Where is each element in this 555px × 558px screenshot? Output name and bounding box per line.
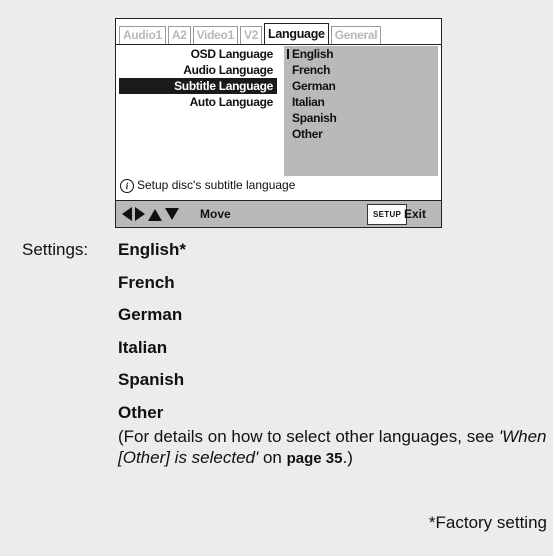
language-menu: OSD Language Audio Language Subtitle Lan… — [119, 46, 277, 110]
tab-divider — [116, 44, 441, 45]
option-english[interactable]: English — [284, 46, 438, 62]
other-languages-note: (For details on how to select other lang… — [118, 426, 548, 469]
direction-arrows-icon — [122, 207, 179, 221]
tab-general[interactable]: General — [330, 26, 382, 44]
settings-list: English* French German Italian Spanish O… — [118, 240, 548, 469]
page-reference: page 35 — [286, 450, 343, 467]
tab-language[interactable]: Language — [264, 23, 329, 44]
option-label: Italian — [292, 95, 325, 109]
current-setting-marker — [287, 49, 289, 59]
option-spanish[interactable]: Spanish — [284, 110, 438, 126]
tab-v2[interactable]: V2 — [239, 26, 263, 44]
menu-item-auto-language[interactable]: Auto Language — [119, 94, 277, 110]
menu-item-subtitle-language[interactable]: Subtitle Language — [119, 78, 277, 94]
note-text: (For details on how to select other lang… — [118, 427, 499, 446]
help-text: Setup disc's subtitle language — [137, 178, 296, 192]
osd-setup-menu: Audio1 A2 Video1 V2 Language General OSD… — [115, 18, 442, 228]
option-label: Spanish — [292, 111, 337, 125]
option-german[interactable]: German — [284, 78, 438, 94]
option-label: English — [292, 47, 334, 61]
tab-audio1[interactable]: Audio1 — [119, 26, 166, 44]
settings-label: Settings: — [22, 240, 89, 259]
tab-bar: Audio1 A2 Video1 V2 Language General — [119, 23, 383, 44]
option-label: French — [292, 63, 331, 77]
info-icon: i — [120, 178, 134, 193]
setting-english: English* — [118, 240, 187, 259]
move-label: Move — [200, 207, 231, 221]
option-other[interactable]: Other — [284, 126, 438, 142]
right-arrow-icon — [135, 207, 145, 221]
help-bar: i Setup disc's subtitle language — [116, 176, 441, 195]
control-bar: Move SETUP Exit — [116, 200, 441, 227]
up-arrow-icon — [148, 209, 162, 221]
menu-item-osd-language[interactable]: OSD Language — [119, 46, 277, 62]
left-arrow-icon — [122, 207, 132, 221]
option-label: German — [292, 79, 336, 93]
setting-spanish: Spanish — [118, 370, 185, 389]
tab-a2[interactable]: A2 — [167, 26, 191, 44]
subtitle-options-list: English French German Italian Spanish Ot… — [284, 46, 438, 191]
option-italian[interactable]: Italian — [284, 94, 438, 110]
factory-setting-footnote: *Factory setting — [428, 513, 547, 532]
menu-item-audio-language[interactable]: Audio Language — [119, 62, 277, 78]
exit-label: Exit — [404, 207, 427, 221]
setting-italian: Italian — [118, 337, 168, 357]
down-arrow-icon — [165, 208, 179, 220]
option-label: Other — [292, 127, 323, 141]
option-french[interactable]: French — [284, 62, 438, 78]
tab-video1[interactable]: Video1 — [192, 26, 238, 44]
setting-french: French — [118, 272, 175, 292]
setup-key[interactable]: SETUP — [367, 204, 408, 225]
setting-german: German — [118, 305, 183, 324]
note-text: on — [258, 448, 287, 467]
note-text: .) — [342, 448, 353, 467]
